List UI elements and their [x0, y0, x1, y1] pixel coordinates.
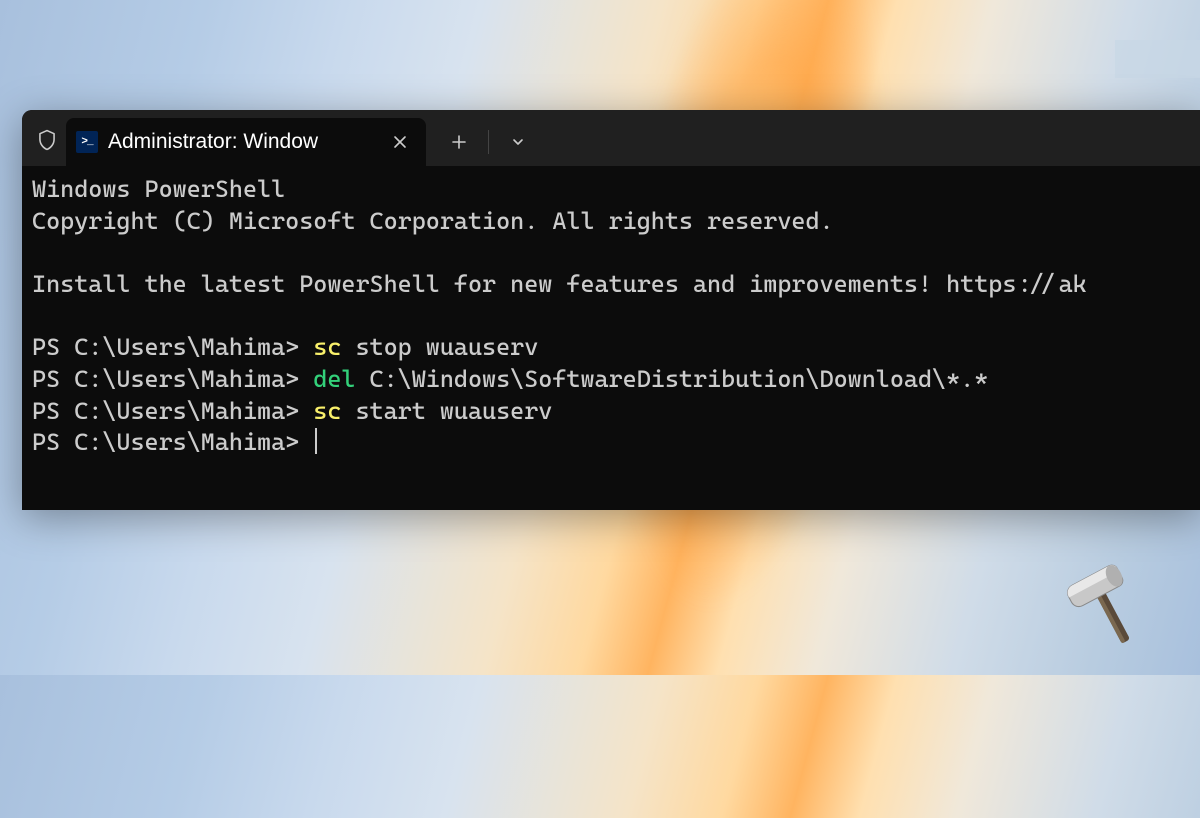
- command-args: C:\Windows\SoftwareDistribution\Download…: [355, 365, 988, 393]
- hammer-icon: [1054, 553, 1158, 657]
- terminal-body[interactable]: Windows PowerShellCopyright (C) Microsof…: [22, 166, 1200, 467]
- command-args: stop wuauserv: [341, 333, 538, 361]
- close-tab-button[interactable]: [388, 130, 412, 154]
- shield-icon: [30, 118, 64, 166]
- terminal-line: Windows PowerShell: [32, 174, 1190, 206]
- windows-terminal-window: Administrator: Window Windows PowerShell…: [22, 110, 1200, 510]
- tab-title: Administrator: Window: [108, 130, 378, 154]
- active-tab[interactable]: Administrator: Window: [66, 118, 426, 166]
- prompt: PS C:\Users\Mahima>: [32, 333, 313, 361]
- prompt: PS C:\Users\Mahima>: [32, 365, 313, 393]
- terminal-prompt-line: PS C:\Users\Mahima>: [32, 427, 1190, 459]
- terminal-blank: [32, 301, 1190, 333]
- text-cursor: [315, 428, 317, 454]
- new-tab-button[interactable]: [438, 122, 480, 162]
- command-name: sc: [313, 397, 341, 425]
- prompt: PS C:\Users\Mahima>: [32, 397, 313, 425]
- terminal-line: Install the latest PowerShell for new fe…: [32, 269, 1190, 301]
- separator: [488, 130, 489, 154]
- terminal-command-line: PS C:\Users\Mahima> sc start wuauserv: [32, 396, 1190, 428]
- terminal-command-line: PS C:\Users\Mahima> sc stop wuauserv: [32, 332, 1190, 364]
- prompt: PS C:\Users\Mahima>: [32, 428, 313, 456]
- terminal-blank: [32, 237, 1190, 269]
- terminal-command-line: PS C:\Users\Mahima> del C:\Windows\Softw…: [32, 364, 1190, 396]
- command-name: sc: [313, 333, 341, 361]
- command-args: start wuauserv: [341, 397, 552, 425]
- powershell-icon: [76, 131, 98, 153]
- command-name: del: [313, 365, 355, 393]
- tab-dropdown-button[interactable]: [497, 122, 539, 162]
- titlebar: Administrator: Window: [22, 110, 1200, 166]
- titlebar-actions: [438, 118, 539, 166]
- terminal-line: Copyright (C) Microsoft Corporation. All…: [32, 206, 1190, 238]
- overlay-box: [1115, 40, 1200, 78]
